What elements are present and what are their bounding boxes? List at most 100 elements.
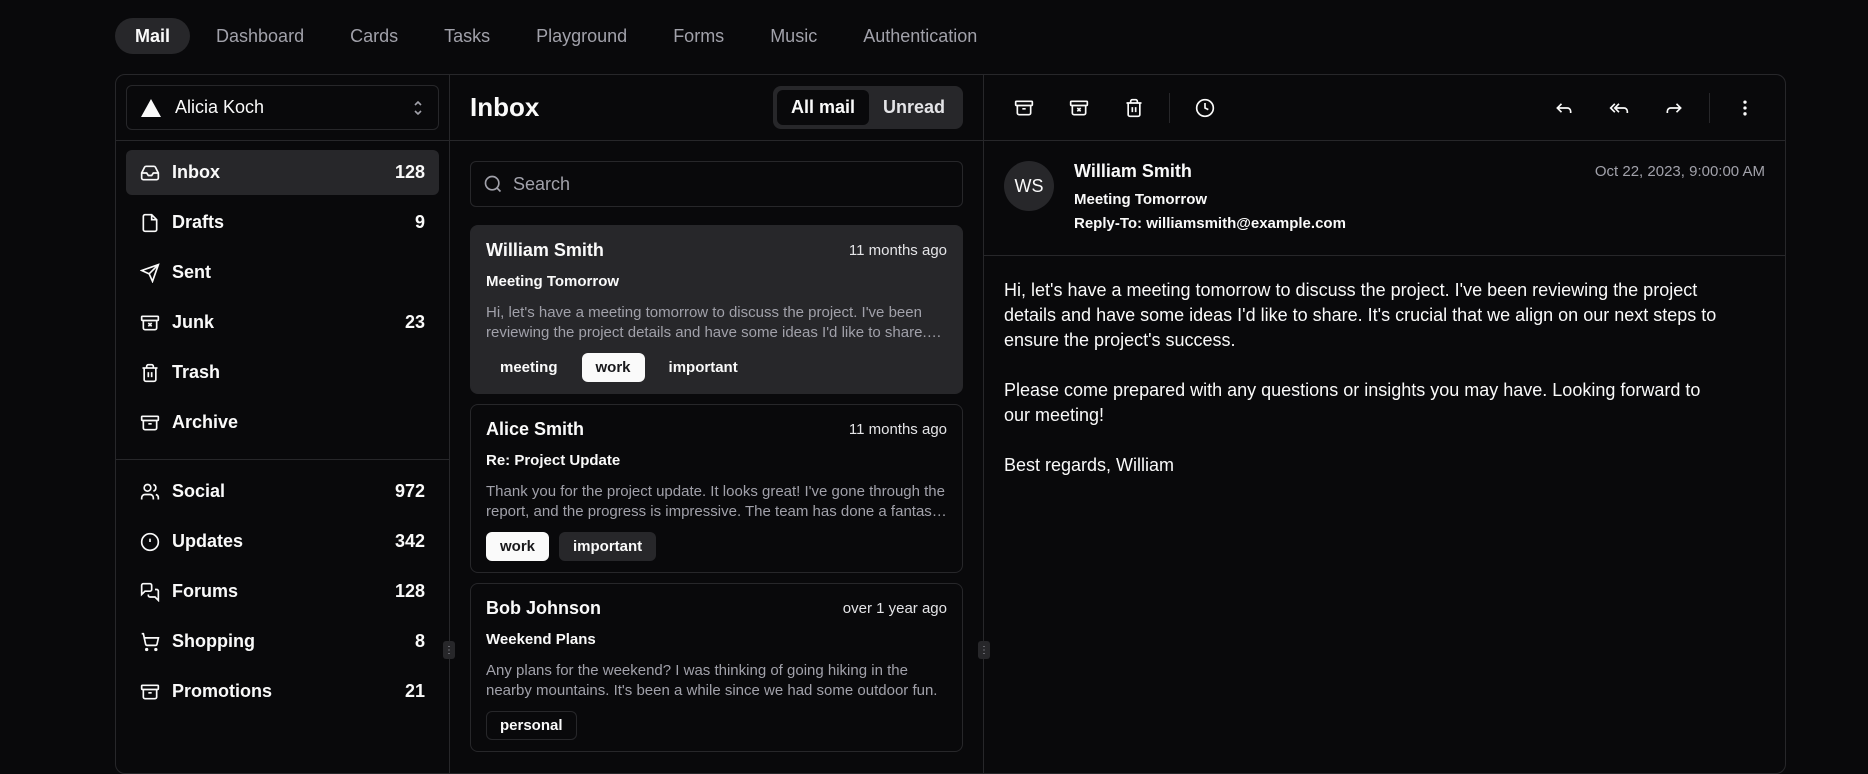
- tab-playground[interactable]: Playground: [516, 18, 647, 54]
- mail-item[interactable]: Alice Smith 11 months ago Re: Project Up…: [470, 404, 963, 573]
- sidebar-item-junk[interactable]: Junk 23: [126, 300, 439, 345]
- tag-badge: important: [668, 359, 738, 376]
- archive-icon: [140, 684, 160, 699]
- sidebar-item-count: 342: [394, 531, 425, 551]
- sidebar-item-count: 128: [394, 162, 425, 182]
- resize-handle[interactable]: ⋮: [443, 641, 455, 659]
- tab-mail[interactable]: Mail: [115, 18, 191, 54]
- tab-authentication[interactable]: Authentication: [843, 18, 997, 54]
- sidebar-item-sent[interactable]: Sent: [126, 250, 439, 295]
- mail-list-panel: Inbox All mail Unread William Smith 11 m…: [443, 75, 990, 773]
- tag-badge: personal: [486, 711, 577, 740]
- page-title: Inbox: [470, 92, 540, 122]
- tab-cards[interactable]: Cards: [330, 18, 418, 54]
- mail-item[interactable]: Bob Johnson over 1 year ago Weekend Plan…: [470, 583, 963, 752]
- sidebar-item-count: 23: [404, 312, 425, 332]
- message-paragraph: Best regards, William: [1004, 455, 1175, 475]
- secondary-nav: Social 972 Updates 342 Forums 128 Shoppi…: [116, 460, 449, 728]
- sidebar-item-label: Social: [172, 481, 226, 501]
- message-header: WS William Smith Meeting Tomorrow Reply-…: [984, 141, 1785, 256]
- search-input[interactable]: [513, 173, 950, 195]
- toolbar-divider: [1709, 92, 1710, 123]
- search-icon: [484, 175, 502, 193]
- send-icon: [140, 262, 160, 283]
- message-date: Oct 22, 2023, 9:00:00 AM: [1594, 163, 1765, 180]
- sidebar-item-inbox[interactable]: Inbox 128: [126, 150, 439, 195]
- messages-icon: [140, 582, 160, 602]
- message-reply-to: Reply-To: williamsmith@example.com: [1074, 215, 1346, 232]
- mail-preview: Any plans for the weekend? I was thinkin…: [486, 662, 938, 699]
- mail-subject: Weekend Plans: [486, 631, 596, 648]
- sidebar-item-social[interactable]: Social 972: [126, 469, 439, 514]
- mail-tags: personal: [486, 711, 947, 740]
- tab-all-mail[interactable]: All mail: [776, 90, 869, 125]
- sidebar-item-label: Promotions: [172, 681, 273, 701]
- reply-all-button[interactable]: [1599, 88, 1639, 128]
- tab-tasks[interactable]: Tasks: [424, 18, 510, 54]
- resize-handle[interactable]: ⋮: [978, 641, 990, 659]
- clock-icon: [1195, 98, 1215, 117]
- sidebar-item-promotions[interactable]: Promotions 21: [126, 669, 439, 714]
- forward-icon: [1666, 102, 1682, 113]
- trash-button[interactable]: [1114, 88, 1154, 128]
- primary-nav: Inbox 128 Drafts 9 Sent Junk 23 Trash Ar…: [116, 141, 449, 459]
- sidebar-item-archive[interactable]: Archive: [126, 400, 439, 445]
- snooze-button[interactable]: [1185, 88, 1225, 128]
- mail-tags: meeting work important: [486, 353, 947, 382]
- more-vertical-icon: [1743, 100, 1747, 115]
- archive-x-icon: [140, 315, 160, 330]
- mail-subject: Meeting Tomorrow: [486, 273, 620, 290]
- tag-badge: work: [486, 532, 550, 561]
- mail-list: William Smith 11 months ago Meeting Tomo…: [450, 207, 983, 752]
- message-paragraph: Please come prepared with any questions …: [1004, 380, 1701, 425]
- junk-button[interactable]: [1059, 88, 1099, 128]
- archive-button[interactable]: [1004, 88, 1044, 128]
- chevrons-up-down-icon: [414, 100, 422, 115]
- tag-badge: work: [581, 353, 645, 382]
- alert-circle-icon: [140, 532, 160, 551]
- mail-date: 11 months ago: [848, 421, 947, 438]
- sidebar-item-count: 8: [414, 631, 425, 651]
- tab-forms[interactable]: Forms: [653, 18, 744, 54]
- file-icon: [142, 213, 158, 232]
- forward-button[interactable]: [1654, 88, 1694, 128]
- users-icon: [140, 483, 160, 499]
- tab-music[interactable]: Music: [750, 18, 837, 54]
- trash-icon: [1126, 98, 1142, 117]
- sidebar-item-drafts[interactable]: Drafts 9: [126, 200, 439, 245]
- sidebar-item-count: 21: [404, 681, 425, 701]
- toolbar-divider: [1169, 92, 1170, 123]
- sidebar-item-updates[interactable]: Updates 342: [126, 519, 439, 564]
- tab-dashboard[interactable]: Dashboard: [196, 18, 324, 54]
- sidebar-item-label: Trash: [172, 362, 221, 382]
- more-button[interactable]: [1725, 88, 1765, 128]
- mail-reader: WS William Smith Meeting Tomorrow Reply-…: [984, 75, 1785, 773]
- sidebar-item-trash[interactable]: Trash: [126, 350, 439, 395]
- message-paragraph: Hi, let's have a meeting tomorrow to dis…: [1004, 280, 1717, 350]
- mail-subject: Re: Project Update: [486, 452, 621, 469]
- message-body: Hi, let's have a meeting tomorrow to dis…: [984, 256, 1744, 525]
- sidebar-item-label: Inbox: [172, 162, 220, 182]
- inbox-icon: [140, 165, 160, 180]
- sidebar-item-forums[interactable]: Forums 128: [126, 569, 439, 614]
- sidebar-item-label: Archive: [172, 412, 239, 432]
- sidebar-item-label: Shopping: [172, 631, 255, 651]
- mail-preview: Hi, let's have a meeting tomorrow to dis…: [486, 304, 927, 341]
- mail-item[interactable]: William Smith 11 months ago Meeting Tomo…: [470, 225, 963, 394]
- sidebar-item-shopping[interactable]: Shopping 8: [126, 619, 439, 664]
- reply-button[interactable]: [1544, 88, 1584, 128]
- archive-x-icon: [1069, 100, 1089, 115]
- tag-badge: important: [559, 532, 657, 561]
- archive-icon: [140, 415, 160, 430]
- sidebar-item-label: Junk: [172, 312, 215, 332]
- sidebar-item-label: Drafts: [172, 212, 225, 232]
- top-nav: Mail Dashboard Cards Tasks Playground Fo…: [115, 18, 997, 54]
- search-box: [470, 161, 963, 207]
- account-name: Alicia Koch: [175, 97, 265, 117]
- account-switcher[interactable]: Alicia Koch: [126, 85, 439, 130]
- filter-toggle: All mail Unread: [772, 86, 963, 129]
- mail-tags: work important: [486, 532, 947, 561]
- tab-unread[interactable]: Unread: [869, 90, 959, 125]
- sidebar-item-label: Forums: [172, 581, 239, 601]
- sidebar-item-count: 128: [394, 581, 425, 601]
